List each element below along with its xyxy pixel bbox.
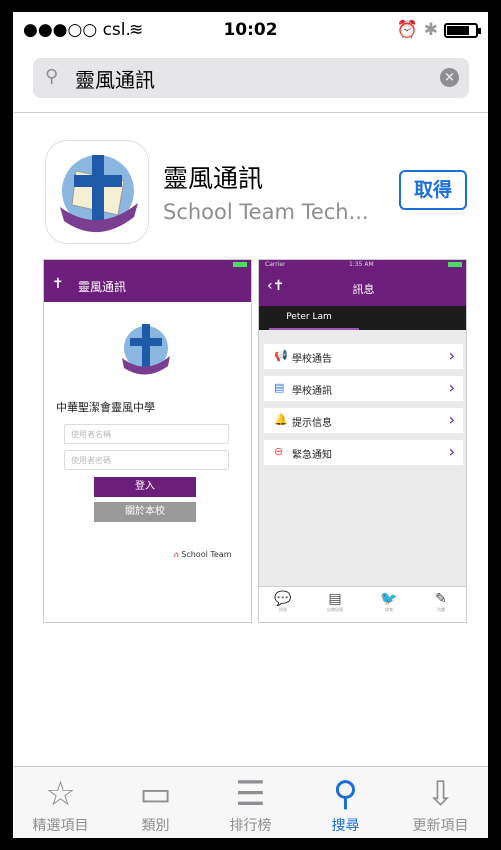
pencil-icon: ✎: [435, 591, 447, 607]
username-field[interactable]: 使用者名稱: [64, 424, 229, 444]
get-button[interactable]: 取得: [399, 170, 467, 210]
chat-icon: 💬: [274, 591, 292, 607]
tab-updates[interactable]: ⇩ 更新項目: [393, 773, 488, 835]
download-icon: ⇩: [426, 774, 455, 814]
search-icon: ⚲: [45, 66, 59, 87]
tab-search[interactable]: ⚲ 搜尋: [298, 773, 393, 835]
emergency-icon: ⊖: [274, 445, 284, 458]
list-item[interactable]: 🔔 提示信息 ›: [264, 408, 463, 433]
discipline-tab[interactable]: 🐦 訓育: [369, 591, 409, 613]
messages-tab[interactable]: 💬 訊息: [263, 591, 303, 613]
tab-categories[interactable]: ▭ 類別: [108, 773, 203, 835]
screenshot-title: 訊息: [352, 283, 375, 296]
list-item[interactable]: ▤ 學校通訊 ›: [264, 376, 463, 401]
search-bar[interactable]: ⚲ 靈風通訊 ×: [33, 58, 469, 98]
school-crest-icon: ✝: [52, 276, 64, 292]
bell-icon: 🔔: [274, 413, 288, 426]
status-time: 1:35 AM: [349, 261, 374, 268]
chevron-right-icon: ›: [448, 410, 455, 429]
battery-icon: [448, 262, 462, 267]
app-name: 靈風通訊: [163, 164, 264, 193]
homework-tab[interactable]: ✎ 功課: [421, 591, 461, 613]
chevron-right-icon: ›: [448, 378, 455, 397]
list-icon: ☰: [235, 774, 266, 814]
bluetooth-icon: ✱: [423, 20, 438, 40]
chevron-right-icon: ›: [448, 442, 455, 461]
developer-name: School Team Tech...: [163, 200, 369, 224]
battery-icon: [233, 262, 247, 267]
screenshot-tab-bar: 💬 訊息 ▤ 出席紀錄 🐦 訓育 ✎ 功課: [259, 586, 466, 622]
app-screenshot-messages[interactable]: Carrier 1:35 AM ‹✝ 訊息 Peter Lam 📢 學校通告 ›…: [258, 259, 467, 623]
tab-top-charts[interactable]: ☰ 排行榜: [203, 773, 298, 835]
tab-featured[interactable]: ☆ 精選項目: [13, 773, 108, 835]
about-school-button[interactable]: 關於本校: [94, 502, 196, 522]
list-item[interactable]: ⊖ 緊急通知 ›: [264, 440, 463, 465]
user-tab[interactable]: Peter Lam: [269, 312, 349, 322]
list-item[interactable]: 📢 學校通告 ›: [264, 344, 463, 369]
megaphone-icon: 📢: [274, 349, 288, 362]
newsletter-icon: ▤: [274, 381, 285, 394]
carrier-label: Carrier: [265, 261, 286, 268]
star-icon: ☆: [45, 774, 76, 814]
brand-logo: ሰ School Team: [174, 550, 232, 559]
divider: [13, 112, 488, 113]
tab-bar: ☆ 精選項目 ▭ 類別 ☰ 排行榜 ⚲ 搜尋 ⇩ 更新項目: [13, 766, 488, 838]
school-crest-icon: [122, 324, 170, 375]
login-button[interactable]: 登入: [94, 477, 196, 497]
attendance-tab[interactable]: ▤ 出席紀錄: [315, 591, 355, 613]
clear-search-button[interactable]: ×: [440, 68, 459, 87]
document-icon: ▤: [328, 591, 342, 607]
password-field[interactable]: 使用者密碼: [64, 450, 229, 470]
screenshot-title: 靈風通訊: [78, 280, 127, 294]
status-bar: ●●●○○ csl. ≋ 10:02 ⏰ ✱: [13, 12, 488, 48]
bird-icon: 🐦: [380, 591, 398, 607]
alarm-icon: ⏰: [396, 20, 418, 40]
battery-icon: [444, 22, 481, 38]
search-icon: ⚲: [333, 774, 358, 814]
search-input[interactable]: 靈風通訊: [75, 64, 155, 93]
categories-icon: ▭: [139, 774, 172, 814]
school-crest-icon: [60, 155, 138, 233]
school-name: 中華聖潔會靈風中學: [56, 401, 155, 414]
screenshot-header: ✝ 靈風通訊: [44, 270, 251, 302]
chevron-right-icon: ›: [448, 346, 455, 365]
app-icon[interactable]: [45, 140, 149, 244]
app-store-screen: ●●●○○ csl. ≋ 10:02 ⏰ ✱ ⚲ 靈風通訊 × 靈風通訊 Sch…: [13, 12, 488, 838]
app-screenshot-login[interactable]: ✝ 靈風通訊 中華聖潔會靈風中學 使用者名稱 使用者密碼 登入 關於本校 ሰ S…: [43, 259, 252, 623]
screenshot-header: ‹✝ 訊息: [259, 270, 466, 306]
